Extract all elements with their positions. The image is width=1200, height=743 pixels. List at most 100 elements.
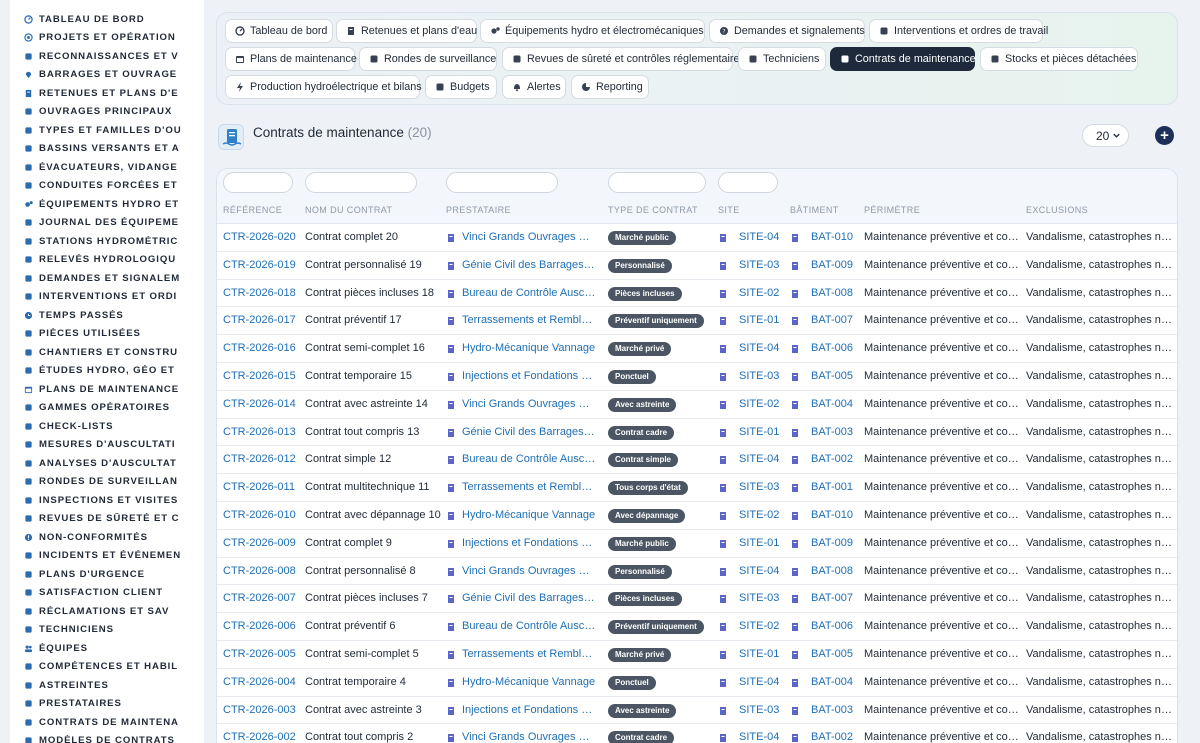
building-link[interactable]: BAT-008 bbox=[811, 280, 860, 307]
contract-reference-link[interactable]: CTR-2026-017 bbox=[223, 307, 303, 334]
sidebar-item[interactable]: RONDES DE SURVEILLAN bbox=[10, 473, 204, 492]
table-row[interactable]: CTR-2026-004 Contrat temporaire 4 Hydro-Mé… bbox=[217, 668, 1177, 697]
sidebar-item[interactable]: ÉQUIPES bbox=[10, 639, 204, 658]
table-row[interactable]: CTR-2026-018 Contrat pièces incluses 18 Bu… bbox=[217, 279, 1177, 308]
contract-reference-link[interactable]: CTR-2026-004 bbox=[223, 669, 303, 696]
sidebar-item[interactable]: CHANTIERS ET CONSTRU bbox=[10, 343, 204, 362]
sidebar-item[interactable]: CONDUITES FORCÉES ET bbox=[10, 177, 204, 196]
provider-link[interactable]: Hydro-Mécanique Vannage bbox=[462, 669, 596, 696]
site-link[interactable]: SITE-03 bbox=[739, 697, 786, 724]
provider-link[interactable]: Hydro-Mécanique Vannage bbox=[462, 502, 596, 529]
tab-5[interactable]: Interventions et ordres de travail bbox=[869, 19, 1048, 43]
provider-link[interactable]: Vinci Grands Ouvrages H… bbox=[462, 224, 596, 251]
table-row[interactable]: CTR-2026-012 Contrat simple 12 Bureau de C… bbox=[217, 446, 1177, 475]
provider-link[interactable]: Bureau de Contrôle Auscu… bbox=[462, 280, 596, 307]
provider-link[interactable]: Vinci Grands Ouvrages H… bbox=[462, 558, 596, 585]
sidebar-item[interactable]: NON-CONFORMITÉS bbox=[10, 528, 204, 547]
provider-link[interactable]: Bureau de Contrôle Auscu… bbox=[462, 446, 596, 473]
sidebar-item[interactable]: GAMMES OPÉRATOIRES bbox=[10, 399, 204, 418]
sidebar-item[interactable]: ANALYSES D'AUSCULTAT bbox=[10, 454, 204, 473]
tab-9[interactable]: Techniciens bbox=[738, 47, 826, 71]
tab-2[interactable]: Retenues et plans d'eau bbox=[336, 19, 477, 43]
sidebar-item[interactable]: TABLEAU DE BORD bbox=[10, 10, 204, 29]
column-header[interactable]: PRESTATAIRE bbox=[446, 205, 511, 215]
table-row[interactable]: CTR-2026-016 Contrat semi-complet 16 Hydro… bbox=[217, 335, 1177, 363]
sidebar-item[interactable]: JOURNAL DES ÉQUIPEME bbox=[10, 214, 204, 233]
provider-link[interactable]: Terrassements et Remblai… bbox=[462, 474, 596, 501]
sidebar-item[interactable]: RÉCLAMATIONS ET SAV bbox=[10, 602, 204, 621]
site-link[interactable]: SITE-03 bbox=[739, 363, 786, 390]
site-link[interactable]: SITE-02 bbox=[739, 613, 786, 640]
sidebar-item[interactable]: BARRAGES ET OUVRAGE bbox=[10, 66, 204, 85]
site-link[interactable]: SITE-04 bbox=[739, 669, 786, 696]
site-link[interactable]: SITE-04 bbox=[739, 224, 786, 251]
sidebar-item[interactable]: TEMPS PASSÉS bbox=[10, 306, 204, 325]
column-header[interactable]: BÂTIMENT bbox=[790, 205, 839, 215]
contract-reference-link[interactable]: CTR-2026-006 bbox=[223, 613, 303, 640]
table-row[interactable]: CTR-2026-015 Contrat temporaire 15 Injecti… bbox=[217, 363, 1177, 391]
building-link[interactable]: BAT-005 bbox=[811, 363, 860, 390]
provider-link[interactable]: Injections et Fondations S… bbox=[462, 697, 596, 724]
column-header[interactable]: PÉRIMÈTRE bbox=[864, 205, 920, 215]
provider-link[interactable]: Injections et Fondations S… bbox=[462, 530, 596, 557]
table-row[interactable]: CTR-2026-002 Contrat tout compris 2 Vinci … bbox=[217, 724, 1177, 743]
contract-reference-link[interactable]: CTR-2026-020 bbox=[223, 224, 303, 251]
sidebar-item[interactable]: TECHNICIENS bbox=[10, 621, 204, 640]
sidebar-item[interactable]: ÉQUIPEMENTS HYDRO ET bbox=[10, 195, 204, 214]
site-link[interactable]: SITE-01 bbox=[739, 307, 786, 334]
provider-link[interactable]: Génie Civil des Barrages SA bbox=[462, 252, 596, 279]
contract-reference-link[interactable]: CTR-2026-003 bbox=[223, 697, 303, 724]
sidebar-item[interactable]: PLANS DE MAINTENANCE bbox=[10, 380, 204, 399]
tab-13[interactable]: Budgets bbox=[425, 75, 497, 99]
page-size-select[interactable]: 20 bbox=[1082, 124, 1129, 147]
table-row[interactable]: CTR-2026-009 Contrat complet 9 Injections … bbox=[217, 529, 1177, 558]
site-link[interactable]: SITE-02 bbox=[739, 502, 786, 529]
provider-link[interactable]: Vinci Grands Ouvrages H… bbox=[462, 724, 596, 743]
contract-reference-link[interactable]: CTR-2026-009 bbox=[223, 530, 303, 557]
building-link[interactable]: BAT-004 bbox=[811, 391, 860, 418]
table-row[interactable]: CTR-2026-003 Contrat avec astreinte 3 Inje… bbox=[217, 696, 1177, 725]
provider-link[interactable]: Hydro-Mécanique Vannage bbox=[462, 335, 596, 362]
sidebar-item[interactable]: MODÈLES DE CONTRATS bbox=[10, 732, 204, 743]
building-link[interactable]: BAT-006 bbox=[811, 335, 860, 362]
contract-reference-link[interactable]: CTR-2026-013 bbox=[223, 419, 303, 446]
sidebar-item[interactable]: COMPÉTENCES ET HABIL bbox=[10, 658, 204, 677]
table-row[interactable]: CTR-2026-005 Contrat semi-complet 5 Terras… bbox=[217, 641, 1177, 669]
column-header[interactable]: TYPE DE CONTRAT bbox=[608, 205, 698, 215]
sidebar-item[interactable]: BASSINS VERSANTS ET A bbox=[10, 140, 204, 159]
building-link[interactable]: BAT-005 bbox=[811, 641, 860, 668]
contract-reference-link[interactable]: CTR-2026-008 bbox=[223, 558, 303, 585]
table-row[interactable]: CTR-2026-013 Contrat tout compris 13 Génie… bbox=[217, 418, 1177, 447]
table-row[interactable]: CTR-2026-006 Contrat préventif 6 Bureau de… bbox=[217, 613, 1177, 641]
building-link[interactable]: BAT-003 bbox=[811, 419, 860, 446]
column-header[interactable]: RÉFÉRENCE bbox=[223, 205, 282, 215]
sidebar-item[interactable]: PROJETS ET OPÉRATION bbox=[10, 29, 204, 48]
sidebar-item[interactable]: PIÈCES UTILISÉES bbox=[10, 325, 204, 344]
sidebar-item[interactable]: ÉVACUATEURS, VIDANGE bbox=[10, 158, 204, 177]
tab-4[interactable]: ? Demandes et signalements bbox=[709, 19, 865, 43]
building-link[interactable]: BAT-009 bbox=[811, 252, 860, 279]
tab-8[interactable]: Revues de sûreté et contrôles réglementa… bbox=[502, 47, 745, 71]
site-link[interactable]: SITE-01 bbox=[739, 641, 786, 668]
building-link[interactable]: BAT-008 bbox=[811, 558, 860, 585]
tab-7[interactable]: Rondes de surveillance bbox=[359, 47, 497, 71]
tab-10[interactable]: Contrats de maintenance bbox=[830, 47, 976, 71]
table-row[interactable]: CTR-2026-020 Contrat complet 20 Vinci Gran… bbox=[217, 224, 1177, 252]
table-row[interactable]: CTR-2026-014 Contrat avec astreinte 14 Vin… bbox=[217, 390, 1177, 419]
sidebar-item[interactable]: CHECK-LISTS bbox=[10, 417, 204, 436]
sidebar-item[interactable]: INTERVENTIONS ET ORDI bbox=[10, 288, 204, 307]
site-link[interactable]: SITE-02 bbox=[739, 391, 786, 418]
contract-reference-link[interactable]: CTR-2026-012 bbox=[223, 446, 303, 473]
contract-reference-link[interactable]: CTR-2026-016 bbox=[223, 335, 303, 362]
provider-link[interactable]: Génie Civil des Barrages SA bbox=[462, 419, 596, 446]
sidebar-item[interactable]: INCIDENTS ET ÉVÉNEMEN bbox=[10, 547, 204, 566]
site-link[interactable]: SITE-03 bbox=[739, 585, 786, 612]
sidebar-item[interactable]: RECONNAISSANCES ET V bbox=[10, 47, 204, 66]
table-row[interactable]: CTR-2026-008 Contrat personnalisé 8 Vinci … bbox=[217, 557, 1177, 586]
site-link[interactable]: SITE-04 bbox=[739, 446, 786, 473]
provider-link[interactable]: Bureau de Contrôle Auscu… bbox=[462, 613, 596, 640]
provider-link[interactable]: Terrassements et Remblai… bbox=[462, 641, 596, 668]
sidebar-item[interactable]: CONTRATS DE MAINTENA bbox=[10, 713, 204, 732]
site-link[interactable]: SITE-03 bbox=[739, 252, 786, 279]
contract-reference-link[interactable]: CTR-2026-010 bbox=[223, 502, 303, 529]
